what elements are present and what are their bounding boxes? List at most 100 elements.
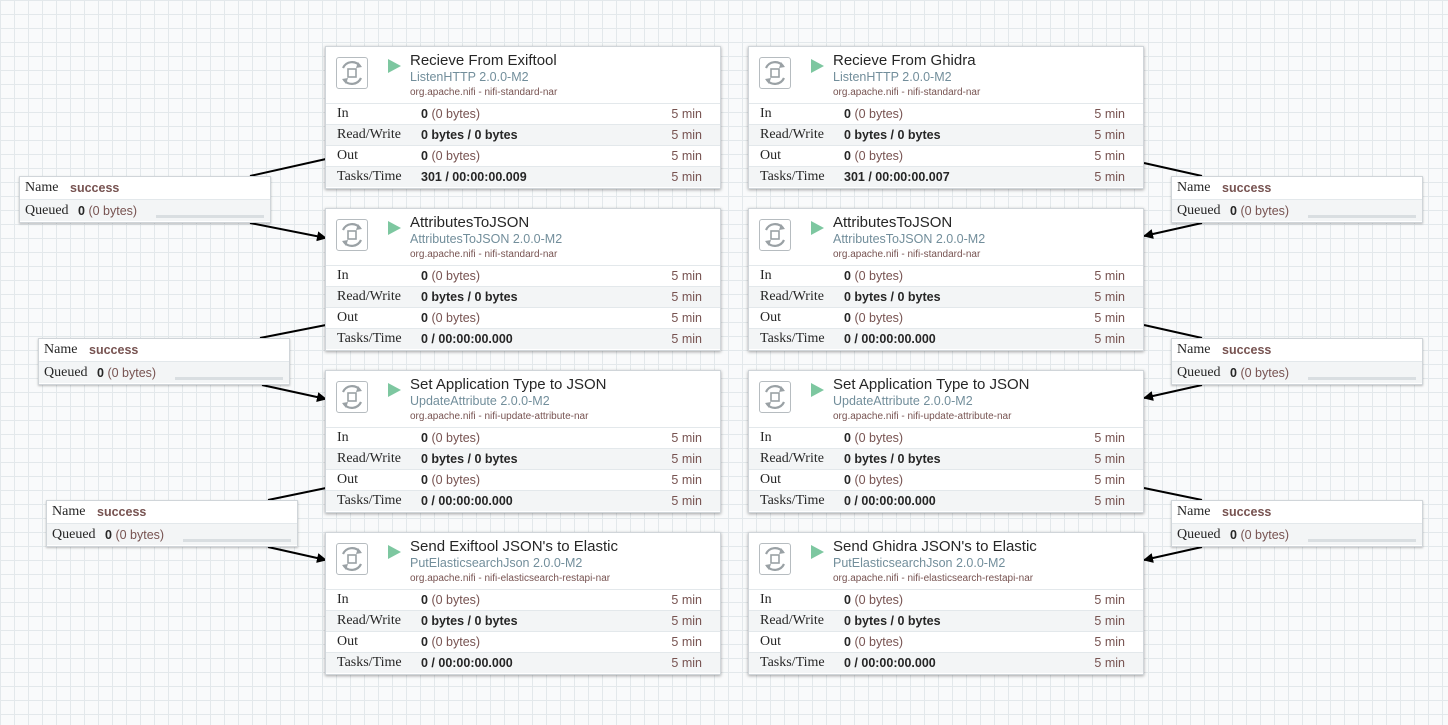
- processor-bundle: org.apache.nifi - nifi-standard-nar: [410, 87, 558, 98]
- processor-card[interactable]: Send Ghidra JSON's to Elastic PutElastics…: [748, 532, 1144, 675]
- connection-label[interactable]: Name success Queued 0 (0 bytes): [46, 500, 298, 547]
- stat-value: 0 bytes / 0 bytes: [844, 614, 941, 628]
- queue-progress-bar: [1308, 215, 1416, 218]
- stat-value: 0 / 00:00:00.000: [844, 494, 936, 508]
- stat-count: 0 / 00:00:00.000: [421, 332, 513, 346]
- stat-label: Out: [760, 634, 781, 649]
- connection-label[interactable]: Name success Queued 0 (0 bytes): [38, 338, 290, 385]
- run-state-icon[interactable]: [388, 221, 401, 235]
- connection-line[interactable]: [1143, 222, 1203, 239]
- connection-line[interactable]: [1143, 546, 1203, 563]
- processor-header: Send Ghidra JSON's to Elastic PutElastics…: [749, 533, 1143, 589]
- stat-window: 5 min: [1094, 170, 1125, 184]
- stat-window: 5 min: [671, 431, 702, 445]
- processor-name: Set Application Type to JSON: [833, 376, 1030, 393]
- processor-card[interactable]: AttributesToJSON AttributesToJSON 2.0.0-M…: [325, 208, 721, 351]
- stat-window: 5 min: [1094, 635, 1125, 649]
- processor-bundle: org.apache.nifi - nifi-elasticsearch-res…: [833, 573, 1034, 584]
- stat-window: 5 min: [671, 107, 702, 121]
- stat-row-out: Out 0 (0 bytes) 5 min: [326, 631, 720, 652]
- stat-count: 0: [844, 269, 851, 283]
- connection-line[interactable]: [1143, 384, 1203, 401]
- queued-bytes: (0 bytes): [1240, 204, 1290, 218]
- queued-bytes: (0 bytes): [115, 528, 165, 542]
- processor-card[interactable]: AttributesToJSON AttributesToJSON 2.0.0-M…: [748, 208, 1144, 351]
- flow-canvas[interactable]: Recieve From Exiftool ListenHTTP 2.0.0-M2…: [0, 0, 1448, 725]
- run-state-icon[interactable]: [811, 59, 824, 73]
- stat-label: In: [337, 106, 349, 121]
- connection-line[interactable]: [261, 384, 327, 402]
- processor-card[interactable]: Recieve From Ghidra ListenHTTP 2.0.0-M2 or…: [748, 46, 1144, 189]
- stat-value: 0 (0 bytes): [844, 107, 903, 121]
- stat-row-read-write: Read/Write 0 bytes / 0 bytes 5 min: [749, 448, 1143, 469]
- stat-bytes: (0 bytes): [431, 431, 481, 445]
- stat-row-in: In 0 (0 bytes) 5 min: [749, 265, 1143, 286]
- run-state-icon[interactable]: [811, 383, 824, 397]
- connection-queued-label: Queued: [44, 365, 88, 380]
- processor-header: Recieve From Ghidra ListenHTTP 2.0.0-M2 or…: [749, 47, 1143, 103]
- run-state-icon[interactable]: [811, 545, 824, 559]
- processor-card[interactable]: Recieve From Exiftool ListenHTTP 2.0.0-M2…: [325, 46, 721, 189]
- stat-value: 0 (0 bytes): [421, 269, 480, 283]
- connection-label[interactable]: Name success Queued 0 (0 bytes): [19, 176, 271, 223]
- processor-type: AttributesToJSON 2.0.0-M2: [410, 232, 563, 246]
- connection-line[interactable]: [267, 487, 327, 501]
- connection-name-row: Name success: [1172, 501, 1422, 523]
- stat-label: Tasks/Time: [760, 331, 825, 346]
- processor-icon: [759, 381, 791, 413]
- processor-type: PutElasticsearchJson 2.0.0-M2: [833, 556, 1006, 570]
- processor-name: Send Exiftool JSON's to Elastic: [410, 538, 618, 555]
- queued-value: 0 (0 bytes): [97, 366, 156, 380]
- connection-name-label: Name: [44, 342, 78, 357]
- queued-bytes: (0 bytes): [1240, 528, 1290, 542]
- stat-row-in: In 0 (0 bytes) 5 min: [326, 427, 720, 448]
- stat-count: 0: [844, 107, 851, 121]
- processor-header: Set Application Type to JSON UpdateAttrib…: [326, 371, 720, 427]
- processor-card[interactable]: Send Exiftool JSON's to Elastic PutElasti…: [325, 532, 721, 675]
- connection-label[interactable]: Name success Queued 0 (0 bytes): [1171, 176, 1423, 223]
- connection-line[interactable]: [267, 546, 327, 563]
- stat-label: Read/Write: [337, 289, 401, 304]
- stat-label: Read/Write: [337, 613, 401, 628]
- run-state-icon[interactable]: [388, 59, 401, 73]
- stat-label: Read/Write: [337, 127, 401, 142]
- stat-label: Out: [760, 148, 781, 163]
- run-state-icon[interactable]: [388, 545, 401, 559]
- stat-bytes: (0 bytes): [854, 593, 904, 607]
- connection-line[interactable]: [1143, 487, 1203, 501]
- stat-value: 0 (0 bytes): [421, 311, 480, 325]
- connection-name-label: Name: [1177, 180, 1211, 195]
- connection-line[interactable]: [249, 222, 327, 242]
- run-state-icon[interactable]: [388, 383, 401, 397]
- stat-count: 0 bytes / 0 bytes: [421, 452, 518, 466]
- stat-row-out: Out 0 (0 bytes) 5 min: [326, 469, 720, 490]
- processor-name: Set Application Type to JSON: [410, 376, 607, 393]
- stat-count: 301 / 00:00:00.007: [844, 170, 950, 184]
- stat-window: 5 min: [671, 452, 702, 466]
- queued-value: 0 (0 bytes): [1230, 528, 1289, 542]
- stat-row-out: Out 0 (0 bytes) 5 min: [749, 145, 1143, 166]
- processor-card[interactable]: Set Application Type to JSON UpdateAttrib…: [748, 370, 1144, 513]
- connection-name-row: Name success: [39, 339, 289, 361]
- connection-line[interactable]: [1143, 324, 1203, 339]
- stat-window: 5 min: [1094, 452, 1125, 466]
- connection-label[interactable]: Name success Queued 0 (0 bytes): [1171, 500, 1423, 547]
- stat-window: 5 min: [1094, 494, 1125, 508]
- connection-line[interactable]: [249, 158, 327, 177]
- connection-label[interactable]: Name success Queued 0 (0 bytes): [1171, 338, 1423, 385]
- run-state-icon[interactable]: [811, 221, 824, 235]
- processor-card[interactable]: Set Application Type to JSON UpdateAttrib…: [325, 370, 721, 513]
- stat-count: 0 bytes / 0 bytes: [844, 452, 941, 466]
- stat-window: 5 min: [671, 149, 702, 163]
- processor-type: UpdateAttribute 2.0.0-M2: [833, 394, 973, 408]
- processor-icon: [759, 57, 791, 89]
- stat-value: 0 bytes / 0 bytes: [844, 290, 941, 304]
- connection-line[interactable]: [1143, 162, 1203, 177]
- connection-name-label: Name: [1177, 504, 1211, 519]
- stat-label: In: [337, 268, 349, 283]
- stat-window: 5 min: [671, 290, 702, 304]
- stat-window: 5 min: [671, 635, 702, 649]
- stat-count: 0: [844, 473, 851, 487]
- processor-name: AttributesToJSON: [410, 214, 530, 231]
- connection-line[interactable]: [259, 324, 327, 339]
